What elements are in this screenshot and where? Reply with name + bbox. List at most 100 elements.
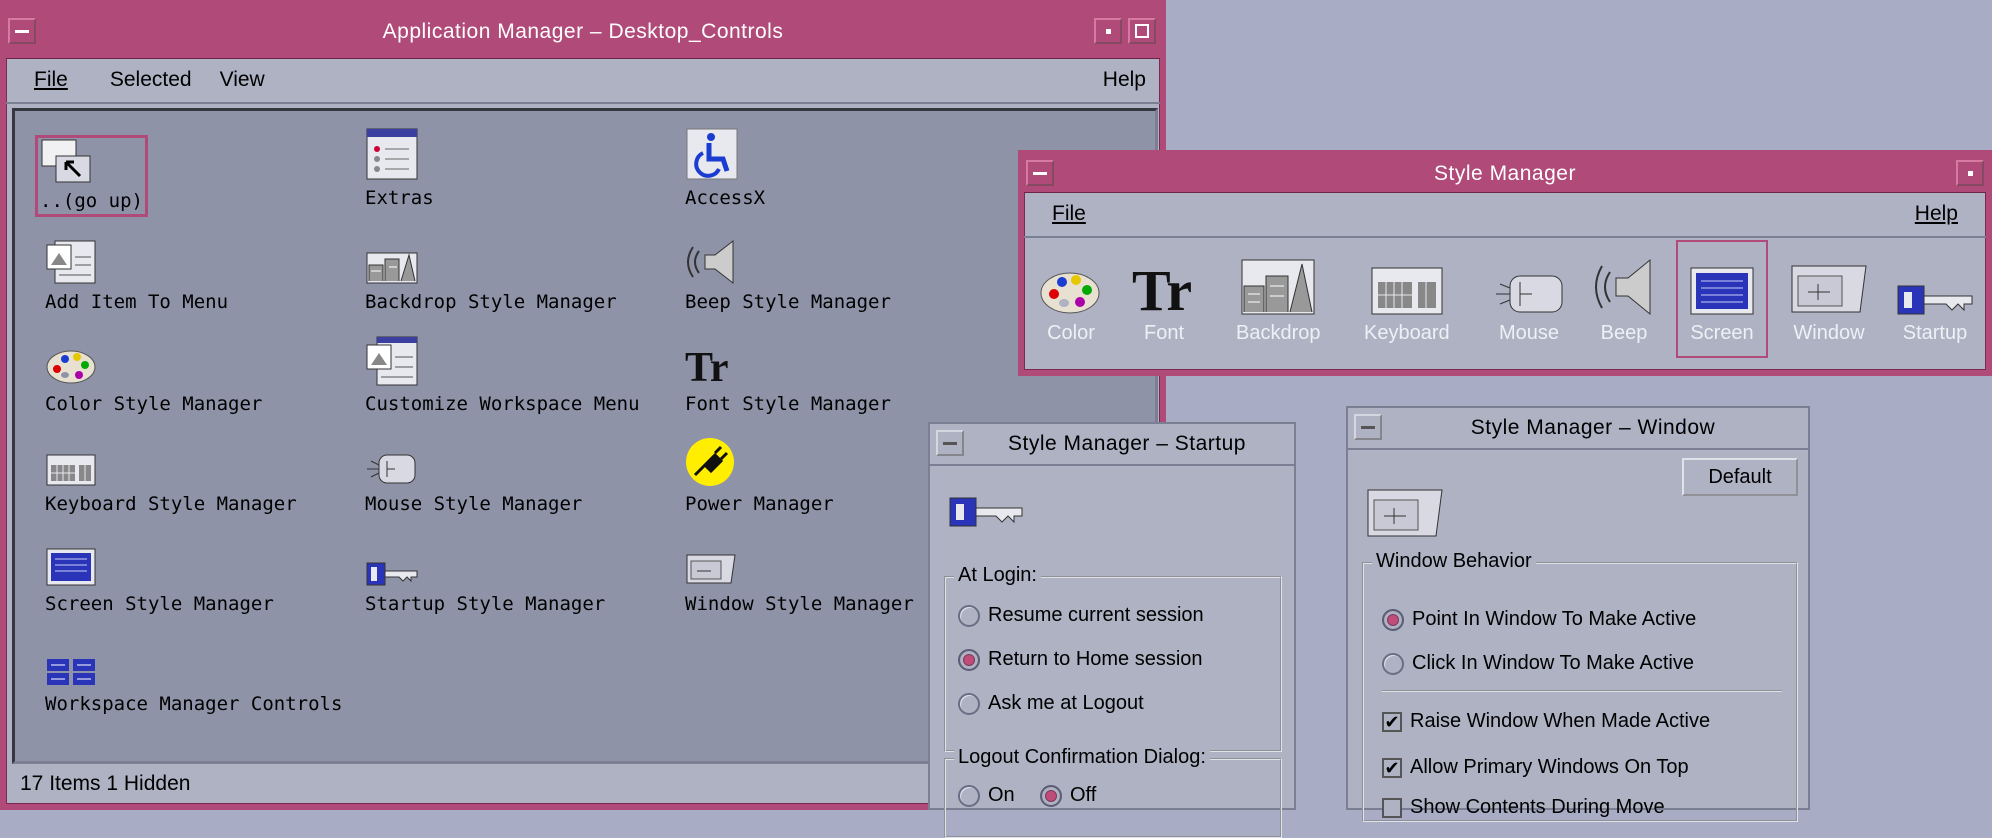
item-mouse[interactable]: Mouse Style Manager (365, 441, 582, 515)
window-title: Application Manager – Desktop_Controls (382, 20, 784, 43)
menu-help[interactable]: Help (1089, 68, 1160, 92)
tool-screen[interactable]: Screen (1676, 240, 1768, 358)
item-go-up[interactable]: ..(go up) (35, 135, 148, 217)
tool-backdrop[interactable]: Backdrop (1236, 254, 1321, 345)
separator (1382, 690, 1782, 692)
tool-font[interactable]: Tr Font (1132, 254, 1196, 345)
item-label: Mouse Style Manager (365, 493, 583, 515)
menu-view[interactable]: View (206, 68, 279, 92)
radio-button[interactable] (958, 692, 980, 715)
option-label: Off (1070, 784, 1097, 806)
window-menu-button[interactable] (936, 430, 964, 456)
window-menu-button[interactable] (1354, 414, 1382, 440)
item-label: Color Style Manager (45, 393, 263, 415)
check-primary-on-top[interactable]: ✔ Allow Primary Windows On Top (1382, 756, 1689, 779)
option-click-focus[interactable]: Click In Window To Make Active (1382, 652, 1694, 675)
item-workspace-controls[interactable]: Workspace Manager Controls (45, 641, 342, 715)
item-label: Window Style Manager (685, 593, 914, 615)
item-label: Backdrop Style Manager (365, 291, 617, 313)
tool-startup[interactable]: Startup (1896, 254, 1974, 345)
tool-color[interactable]: Color (1040, 254, 1102, 345)
item-extras[interactable]: Extras (365, 128, 434, 209)
item-label: Beep Style Manager (685, 291, 891, 313)
key-icon (1897, 285, 1973, 315)
radio-button[interactable] (1382, 652, 1404, 675)
minus-icon (943, 441, 957, 445)
option-off[interactable]: Off (1040, 784, 1096, 807)
option-point-focus[interactable]: Point In Window To Make Active (1382, 608, 1696, 631)
style-manager-menubar: File Help (1024, 192, 1986, 238)
go-up-icon (41, 139, 91, 183)
menu-help[interactable]: Help (1887, 202, 1986, 226)
option-label: Point In Window To Make Active (1412, 608, 1697, 630)
minus-icon (15, 29, 29, 33)
item-power-manager[interactable]: Power Manager (685, 438, 834, 515)
window-menu-button[interactable] (8, 18, 36, 44)
tool-keyboard[interactable]: Keyboard (1364, 254, 1450, 345)
tool-label: Screen (1690, 322, 1754, 344)
window-style-titlebar[interactable]: Style Manager – Window (1348, 408, 1808, 450)
startup-dialog: Style Manager – Startup At Login: Resume… (928, 422, 1296, 838)
style-manager-titlebar[interactable]: Style Manager (1024, 156, 1986, 193)
checkbox-checked[interactable]: ✔ (1382, 757, 1402, 778)
option-ask[interactable]: Ask me at Logout (958, 692, 1144, 715)
menu-file[interactable]: File (1024, 202, 1114, 226)
startup-titlebar[interactable]: Style Manager – Startup (930, 424, 1294, 466)
svg-text:Tr: Tr (1132, 260, 1192, 316)
screen-icon (1690, 267, 1754, 315)
item-label: Extras (365, 187, 434, 209)
item-customize-menu[interactable]: Customize Workspace Menu (365, 336, 640, 415)
speaker-icon (687, 239, 734, 285)
default-button[interactable]: Default (1682, 458, 1798, 496)
option-resume[interactable]: Resume current session (958, 604, 1204, 627)
item-screen[interactable]: Screen Style Manager (45, 541, 274, 615)
logout-confirm-group: Logout Confirmation Dialog: On Off (944, 746, 1282, 838)
option-label: Resume current session (988, 604, 1204, 626)
option-label: Click In Window To Make Active (1412, 652, 1694, 674)
window-icon (1791, 265, 1867, 313)
checkbox[interactable] (1382, 797, 1402, 818)
keyboard-icon (1371, 267, 1443, 315)
tool-label: Keyboard (1364, 322, 1450, 344)
minimize-button[interactable] (1956, 160, 1984, 186)
tool-label: Startup (1902, 322, 1968, 344)
item-backdrop[interactable]: Backdrop Style Manager (365, 239, 617, 313)
check-show-contents[interactable]: Show Contents During Move (1382, 796, 1665, 819)
screen-icon (46, 548, 96, 586)
option-on[interactable]: On (958, 784, 1015, 807)
app-manager-titlebar[interactable]: Application Manager – Desktop_Controls (6, 6, 1160, 59)
item-label: Power Manager (685, 493, 834, 515)
radio-button[interactable] (958, 604, 980, 627)
window-icon (686, 554, 736, 584)
radio-button-selected[interactable] (1382, 608, 1404, 631)
item-startup[interactable]: Startup Style Manager (365, 541, 605, 615)
option-home[interactable]: Return to Home session (958, 648, 1203, 671)
item-font[interactable]: Tr Font Style Manager (685, 341, 891, 415)
minimize-button[interactable] (1094, 18, 1122, 44)
tool-window[interactable]: Window (1790, 254, 1868, 345)
tool-mouse[interactable]: Mouse (1494, 254, 1564, 345)
item-keyboard[interactable]: Keyboard Style Manager (45, 441, 297, 515)
palette-icon (46, 350, 96, 384)
item-color[interactable]: Color Style Manager (45, 341, 262, 415)
style-manager-window: Style Manager File Help Color Tr Font Ba… (1018, 150, 1992, 376)
check-raise-window[interactable]: ✔ Raise Window When Made Active (1382, 710, 1710, 733)
window-menu-button[interactable] (1026, 160, 1054, 186)
item-beep[interactable]: Beep Style Manager (685, 239, 891, 313)
item-label: Screen Style Manager (45, 593, 274, 615)
radio-button[interactable] (958, 784, 980, 807)
maximize-button[interactable] (1128, 18, 1156, 44)
status-bar: 17 Items 1 Hidden (20, 772, 191, 795)
item-accessx[interactable]: AccessX (685, 128, 765, 209)
radio-button-selected[interactable] (958, 648, 980, 671)
menu-selected[interactable]: Selected (96, 68, 206, 92)
minus-icon (1033, 171, 1047, 175)
item-add-to-menu[interactable]: Add Item To Menu (45, 239, 228, 313)
checkbox-checked[interactable]: ✔ (1382, 711, 1402, 732)
window-title: Style Manager (1434, 162, 1576, 185)
menu-file[interactable]: File (6, 68, 96, 92)
item-window-style[interactable]: Window Style Manager (685, 541, 914, 615)
radio-button-selected[interactable] (1040, 784, 1062, 807)
minus-icon (1361, 425, 1375, 429)
tool-beep[interactable]: Beep (1594, 254, 1654, 345)
